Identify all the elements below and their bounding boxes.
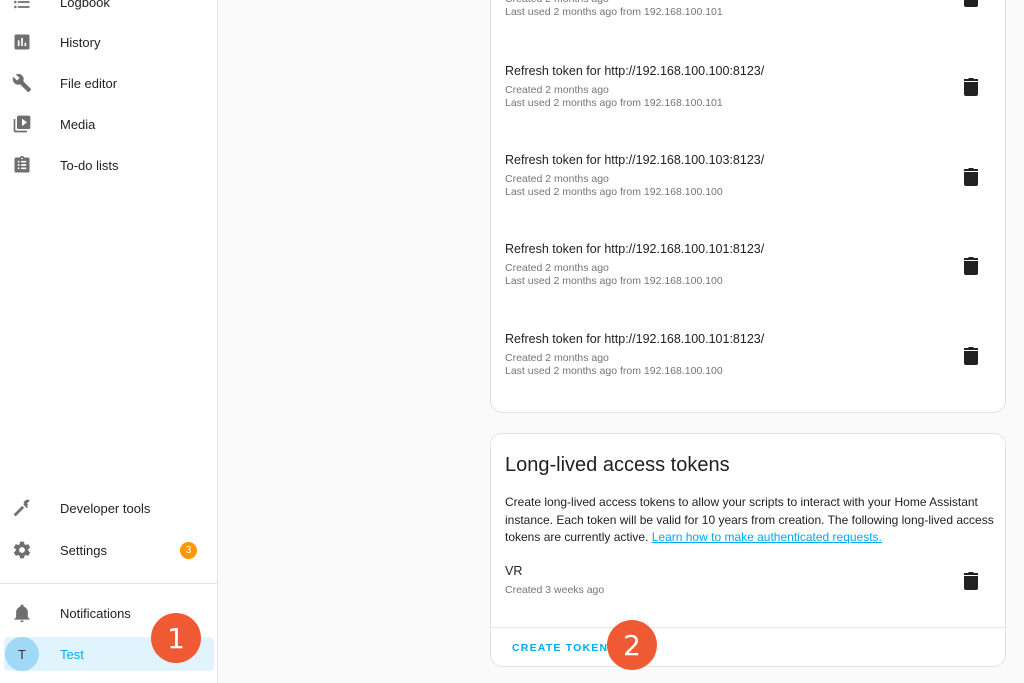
sidebar-item-logbook[interactable]: Logbook xyxy=(4,0,214,22)
refresh-tokens-card: Created 2 months ago Last used 2 months … xyxy=(490,0,1006,413)
token-last-used: Last used 2 months ago from 192.168.100.… xyxy=(505,275,723,287)
token-name: Refresh token for http://192.168.100.101… xyxy=(505,332,765,346)
annotation-marker-2: 2 xyxy=(607,620,657,670)
sidebar-item-label: Settings xyxy=(60,542,107,558)
settings-badge: 3 xyxy=(180,541,197,559)
delete-token-button[interactable] xyxy=(963,570,979,590)
token-last-used: Last used 2 months ago from 192.168.100.… xyxy=(505,97,723,109)
token-name: Refresh token for http://192.168.100.100… xyxy=(505,64,765,78)
sidebar-item-label: Developer tools xyxy=(60,500,151,516)
refresh-token-item: Refresh token for http://192.168.100.101… xyxy=(505,332,995,378)
token-last-used: Last used 2 months ago from 192.168.100.… xyxy=(505,186,723,198)
delete-token-button[interactable] xyxy=(963,76,979,96)
token-last-used: Last used 2 months ago from 192.168.100.… xyxy=(505,365,723,377)
cog-icon xyxy=(12,540,32,560)
annotation-marker-1: 1 xyxy=(151,613,201,663)
format-list-bulleted-icon xyxy=(12,0,32,12)
long-lived-token-item: VR Created 3 weeks ago xyxy=(505,564,995,597)
token-created: Created 2 months ago xyxy=(505,262,609,274)
card-actions-divider xyxy=(491,627,1005,628)
sidebar-item-label: File editor xyxy=(60,75,118,91)
trash-icon xyxy=(964,257,978,275)
long-lived-tokens-card: Long-lived access tokens Create long-liv… xyxy=(490,433,1006,667)
token-created: Created 2 months ago xyxy=(505,352,609,364)
learn-more-link[interactable]: Learn how to make authenticated requests… xyxy=(652,530,882,544)
chart-box-icon xyxy=(12,32,32,52)
sidebar-item-developer-tools[interactable]: Developer tools xyxy=(4,488,214,528)
create-token-button[interactable]: CREATE TOKEN xyxy=(503,638,617,658)
avatar: T xyxy=(5,637,39,671)
wrench-icon xyxy=(12,73,32,93)
sidebar-item-media[interactable]: Media xyxy=(4,104,214,144)
token-created: Created 3 weeks ago xyxy=(505,584,605,596)
token-created: Created 2 months ago xyxy=(505,173,609,185)
hammer-icon xyxy=(12,498,32,518)
sidebar-item-label: Logbook xyxy=(60,0,110,10)
sidebar-item-history[interactable]: History xyxy=(4,22,214,62)
sidebar-item-label: To-do lists xyxy=(60,157,119,173)
refresh-token-item: Created 2 months ago Last used 2 months … xyxy=(505,0,995,19)
bell-icon xyxy=(12,603,32,623)
sidebar-item-label: Test xyxy=(60,646,84,662)
sidebar: Logbook History File editor Media To-do … xyxy=(0,0,218,683)
delete-token-button[interactable] xyxy=(963,345,979,365)
card-description: Create long-lived access tokens to allow… xyxy=(505,494,995,547)
play-box-multiple-icon xyxy=(12,114,32,134)
trash-icon xyxy=(964,168,978,186)
card-title: Long-lived access tokens xyxy=(505,454,730,476)
trash-icon xyxy=(964,0,978,7)
sidebar-divider xyxy=(0,583,218,584)
sidebar-item-label: History xyxy=(60,34,101,50)
refresh-token-item: Refresh token for http://192.168.100.100… xyxy=(505,64,995,110)
token-name: Refresh token for http://192.168.100.103… xyxy=(505,153,765,167)
trash-icon xyxy=(964,78,978,96)
sidebar-item-todo-lists[interactable]: To-do lists xyxy=(4,145,214,185)
sidebar-item-file-editor[interactable]: File editor xyxy=(4,63,214,103)
token-name: Refresh token for http://192.168.100.101… xyxy=(505,242,765,256)
delete-token-button[interactable] xyxy=(963,255,979,275)
delete-token-button[interactable] xyxy=(963,166,979,186)
trash-icon xyxy=(964,572,978,590)
trash-icon xyxy=(964,347,978,365)
refresh-token-item: Refresh token for http://192.168.100.103… xyxy=(505,153,995,199)
token-created: Created 2 months ago xyxy=(505,84,609,96)
clipboard-list-icon xyxy=(12,155,32,175)
refresh-token-item: Refresh token for http://192.168.100.101… xyxy=(505,242,995,288)
token-name: VR xyxy=(505,564,523,578)
sidebar-item-settings[interactable]: Settings 3 xyxy=(4,530,214,570)
delete-token-button[interactable] xyxy=(963,0,979,7)
token-last-used: Last used 2 months ago from 192.168.100.… xyxy=(505,6,723,18)
sidebar-item-label: Notifications xyxy=(60,605,131,621)
sidebar-item-label: Media xyxy=(60,116,96,132)
